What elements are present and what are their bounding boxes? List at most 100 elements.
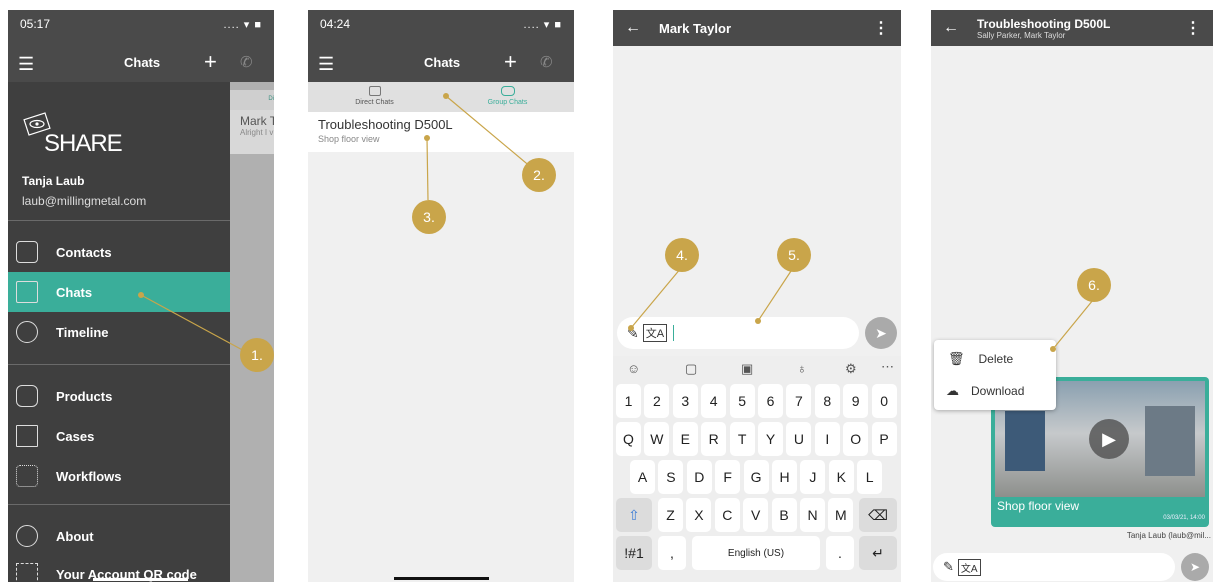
more-icon[interactable]: ⋯ bbox=[881, 359, 894, 375]
keyboard-key[interactable]: J bbox=[800, 460, 826, 494]
play-button[interactable]: ▶ bbox=[1089, 419, 1129, 459]
divider bbox=[8, 220, 230, 221]
emoji-icon[interactable]: ☺ bbox=[627, 361, 640, 376]
keyboard-key[interactable]: 8 bbox=[814, 384, 840, 418]
keyboard-key[interactable]: 2 bbox=[644, 384, 670, 418]
translate-icon[interactable]: 文A bbox=[957, 558, 981, 576]
status-icons: .... ▾ ■ bbox=[223, 18, 262, 31]
sticker-icon[interactable]: ▢ bbox=[685, 361, 697, 377]
keyboard-key[interactable]: K bbox=[828, 460, 854, 494]
backspace-key[interactable]: ⌫ bbox=[859, 498, 897, 532]
menu-item-workflows[interactable]: Workflows bbox=[8, 456, 230, 496]
back-arrow-icon[interactable]: ← bbox=[625, 19, 641, 37]
background-chat-name: Mark Ta bbox=[240, 114, 274, 128]
product-icon bbox=[16, 385, 38, 407]
chat-list-item[interactable]: Troubleshooting D500L Shop floor view bbox=[308, 112, 574, 152]
menu-item-label: Contacts bbox=[56, 244, 112, 260]
workflow-icon bbox=[16, 465, 38, 487]
keyboard-key[interactable]: R bbox=[701, 422, 727, 456]
keyboard-key[interactable]: 7 bbox=[786, 384, 812, 418]
keyboard-key[interactable]: Y bbox=[758, 422, 783, 456]
keyboard-key[interactable]: V bbox=[743, 498, 769, 532]
keyboard-key[interactable]: 5 bbox=[729, 384, 755, 418]
tab-group-chats[interactable]: Group Chats bbox=[441, 82, 574, 112]
keyboard-key[interactable]: E bbox=[672, 422, 698, 456]
contacts-icon bbox=[16, 241, 38, 263]
message-input[interactable]: ✎ 文A bbox=[933, 553, 1175, 581]
period-key[interactable]: . bbox=[826, 536, 854, 570]
send-button[interactable]: ➤ bbox=[865, 317, 897, 349]
menu-item-contacts[interactable]: Contacts bbox=[8, 232, 230, 272]
keyboard-key[interactable]: F bbox=[715, 460, 741, 494]
keyboard-key[interactable]: C bbox=[714, 498, 740, 532]
phone-icon[interactable]: ✆ bbox=[240, 53, 253, 71]
symbols-key[interactable]: !#1 bbox=[616, 536, 652, 570]
keyboard-key[interactable]: T bbox=[729, 422, 755, 456]
menu-item-label: Timeline bbox=[56, 324, 109, 340]
keyboard-key[interactable]: 4 bbox=[701, 384, 727, 418]
phone-icon[interactable]: ✆ bbox=[540, 53, 553, 71]
tab-direct-chats[interactable]: Direct Chats bbox=[308, 82, 441, 112]
settings-icon[interactable]: ⚙ bbox=[845, 361, 857, 377]
translate-icon[interactable]: 文A bbox=[642, 324, 668, 342]
menu-item-about[interactable]: About bbox=[8, 516, 230, 556]
keyboard-key[interactable]: A bbox=[630, 460, 655, 494]
keyboard-key[interactable]: X bbox=[686, 498, 712, 532]
attachment-icon[interactable]: ✎ bbox=[943, 559, 954, 575]
status-icons: .... ▾ ■ bbox=[523, 18, 562, 31]
keyboard-key[interactable]: P bbox=[871, 422, 897, 456]
keyboard-key[interactable]: O bbox=[843, 422, 869, 456]
keyboard-key[interactable]: Z bbox=[658, 498, 683, 532]
menu-item-products[interactable]: Products bbox=[8, 376, 230, 416]
keyboard-key[interactable]: Q bbox=[616, 422, 641, 456]
gif-icon[interactable]: ▣ bbox=[741, 361, 753, 377]
keyboard-key[interactable]: N bbox=[800, 498, 825, 532]
chat-tabs: Direct Chats Group Chats bbox=[308, 82, 574, 112]
hamburger-icon[interactable]: ☰ bbox=[18, 54, 34, 75]
menu-item-chats[interactable]: Chats bbox=[8, 272, 230, 312]
send-button[interactable]: ➤ bbox=[1181, 553, 1209, 581]
more-options-icon[interactable]: ⋮ bbox=[873, 18, 889, 38]
menu-item-download[interactable]: ☁ Download bbox=[934, 376, 1056, 406]
add-icon[interactable]: + bbox=[204, 49, 217, 75]
add-icon[interactable]: + bbox=[504, 49, 517, 75]
menu-item-delete[interactable]: 🗑 Delete bbox=[934, 344, 1056, 374]
keyboard-key[interactable]: W bbox=[644, 422, 670, 456]
keyboard-key[interactable]: G bbox=[743, 460, 769, 494]
keyboard-key[interactable]: 1 bbox=[616, 384, 641, 418]
shift-key[interactable]: ⇧ bbox=[616, 498, 652, 532]
chat-title: Troubleshooting D500L bbox=[318, 117, 453, 132]
qr-icon bbox=[16, 563, 38, 582]
keyboard-key[interactable]: 6 bbox=[758, 384, 783, 418]
keyboard-key[interactable]: I bbox=[814, 422, 840, 456]
menu-item-label: About bbox=[56, 528, 94, 544]
navigation-drawer: SHARE Tanja Laub laub@millingmetal.com C… bbox=[8, 82, 230, 582]
keyboard-key[interactable]: U bbox=[786, 422, 812, 456]
keyboard-key[interactable]: H bbox=[772, 460, 797, 494]
keyboard-key[interactable]: 0 bbox=[871, 384, 897, 418]
menu-item-label: Workflows bbox=[56, 468, 122, 484]
divider bbox=[8, 504, 230, 505]
microphone-icon[interactable]: ♁ bbox=[797, 361, 807, 376]
keyboard-key[interactable]: 9 bbox=[843, 384, 869, 418]
status-bar: 04:24 .... ▾ ■ bbox=[308, 10, 574, 38]
keyboard-key[interactable]: L bbox=[857, 460, 883, 494]
menu-item-timeline[interactable]: Timeline bbox=[8, 312, 230, 352]
keyboard-key[interactable]: M bbox=[828, 498, 854, 532]
enter-key[interactable]: ↵ bbox=[859, 536, 897, 570]
more-options-icon[interactable]: ⋮ bbox=[1185, 18, 1201, 38]
keyboard-key[interactable]: 3 bbox=[672, 384, 698, 418]
keyboard-key[interactable]: D bbox=[686, 460, 712, 494]
hamburger-icon[interactable]: ☰ bbox=[318, 54, 334, 75]
comma-key[interactable]: , bbox=[658, 536, 686, 570]
space-key[interactable]: English (US) bbox=[692, 536, 820, 570]
context-menu: 🗑 Delete ☁ Download bbox=[934, 340, 1056, 410]
chat-header: Troubleshooting D500L Sally Parker, Mark… bbox=[977, 17, 1110, 40]
message-input[interactable]: ✎ 文A bbox=[617, 317, 859, 349]
menu-item-cases[interactable]: Cases bbox=[8, 416, 230, 456]
keyboard-key[interactable]: B bbox=[771, 498, 797, 532]
home-indicator bbox=[93, 578, 188, 581]
keyboard-key[interactable]: S bbox=[658, 460, 684, 494]
chat-subtitle: Shop floor view bbox=[318, 134, 380, 144]
back-arrow-icon[interactable]: ← bbox=[943, 19, 959, 37]
